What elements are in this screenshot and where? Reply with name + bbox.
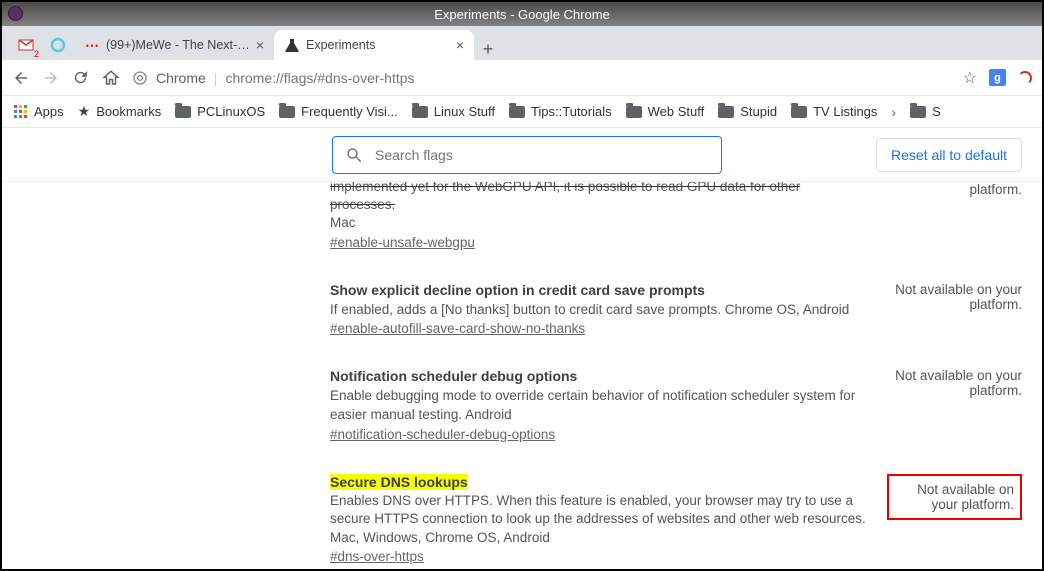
flag-item: Show explicit decline option in credit c… [330, 282, 1022, 339]
extension-icon[interactable] [1018, 71, 1032, 85]
folder-icon [279, 106, 295, 118]
bookmark-star-icon[interactable]: ☆ [963, 68, 977, 88]
folder-icon [791, 106, 807, 118]
flag-status: Not available on your platform. [887, 368, 1022, 398]
address-bar[interactable]: Chrome | chrome://flags/#dns-over-https [132, 70, 953, 86]
folder-icon [626, 106, 642, 118]
translate-icon[interactable]: g [989, 69, 1006, 86]
bookmark-folder[interactable]: Web Stuff [626, 104, 705, 119]
close-icon[interactable]: × [256, 37, 264, 53]
forward-button [42, 69, 62, 87]
new-tab-button[interactable]: + [474, 39, 502, 60]
url-scheme: Chrome [156, 70, 206, 86]
window-titlebar: Experiments - Google Chrome [2, 2, 1042, 26]
flag-desc: Enables DNS over HTTPS. When this featur… [330, 492, 867, 548]
gmail-icon [18, 37, 34, 53]
flag-status: Not available on your platform. [887, 474, 1022, 520]
window-title: Experiments - Google Chrome [434, 7, 610, 22]
search-flags-box[interactable] [332, 136, 722, 174]
flag-title: Secure DNS lookups [330, 474, 468, 490]
bookmark-folder[interactable]: TV Listings [791, 104, 877, 119]
apps-grid-icon [14, 105, 28, 119]
flags-list: implemented yet for the WebGPU API, it i… [2, 182, 1042, 569]
bookmarks-button[interactable]: ★ Bookmarks [78, 103, 162, 120]
chevron-right-icon: › [891, 104, 896, 120]
flag-anchor-link[interactable]: #notification-scheduler-debug-options [330, 427, 555, 442]
tab-gmail[interactable]: 2 [10, 30, 42, 60]
bookmark-folder[interactable]: Stupid [718, 104, 777, 119]
chrome-prefix-icon [132, 70, 148, 86]
flag-item-highlighted: Secure DNS lookups Enables DNS over HTTP… [330, 474, 1022, 567]
bookmarks-bar: Apps ★ Bookmarks PCLinuxOS Frequently Vi… [2, 96, 1042, 128]
close-icon[interactable]: × [456, 37, 464, 53]
star-icon: ★ [78, 103, 91, 120]
flags-top-bar: Reset all to default [2, 128, 1042, 182]
tab-strip: 2 ⋯ (99+)MeWe - The Next-Ge × Experiment… [2, 26, 1042, 60]
bookmark-folder[interactable]: Tips::Tutorials [509, 104, 612, 119]
bookmark-folder[interactable]: S [910, 104, 941, 119]
flag-status: Not available on your platform. [887, 282, 1022, 312]
flag-anchor-link[interactable]: #dns-over-https [330, 549, 424, 564]
folder-icon [509, 106, 525, 118]
opera-icon [50, 37, 66, 53]
reload-button[interactable] [72, 69, 92, 86]
flag-title: Show explicit decline option in credit c… [330, 282, 867, 298]
bookmark-folder[interactable]: Frequently Visi... [279, 104, 398, 119]
flag-anchor-link[interactable]: #enable-unsafe-webgpu [330, 235, 475, 250]
search-input[interactable] [373, 146, 709, 164]
folder-icon [910, 106, 926, 118]
bookmark-folder[interactable]: PCLinuxOS [175, 104, 265, 119]
browser-toolbar: Chrome | chrome://flags/#dns-over-https … [2, 60, 1042, 96]
reset-all-button[interactable]: Reset all to default [876, 138, 1022, 172]
folder-icon [718, 106, 734, 118]
flag-status: platform. [887, 182, 1022, 197]
flask-icon [284, 37, 300, 53]
flag-desc: Enable debugging mode to override certai… [330, 387, 867, 424]
mewe-icon: ⋯ [84, 37, 100, 53]
bookmark-folder[interactable]: Linux Stuff [412, 104, 495, 119]
gmail-badge: 2 [34, 49, 39, 59]
tab-experiments[interactable]: Experiments × [274, 30, 474, 60]
tab-label: (99+)MeWe - The Next-Ge [106, 38, 250, 52]
page-content: Reset all to default implemented yet for… [2, 128, 1042, 569]
flag-desc: If enabled, adds a [No thanks] button to… [330, 301, 867, 320]
folder-icon [412, 106, 428, 118]
window-menu-circle[interactable] [8, 6, 23, 21]
tab-label: Experiments [306, 38, 450, 52]
flag-title: Notification scheduler debug options [330, 368, 867, 384]
apps-button[interactable]: Apps [14, 104, 64, 119]
tab-mewe[interactable]: ⋯ (99+)MeWe - The Next-Ge × [74, 30, 274, 60]
flag-item: Notification scheduler debug options Ena… [330, 368, 1022, 443]
home-button[interactable] [102, 69, 122, 87]
bookmark-overflow[interactable]: › [891, 104, 896, 120]
back-button[interactable] [12, 69, 32, 87]
folder-icon [175, 106, 191, 118]
flag-anchor-link[interactable]: #enable-autofill-save-card-show-no-thank… [330, 321, 585, 336]
tab-opera[interactable] [42, 30, 74, 60]
search-icon [345, 146, 363, 164]
